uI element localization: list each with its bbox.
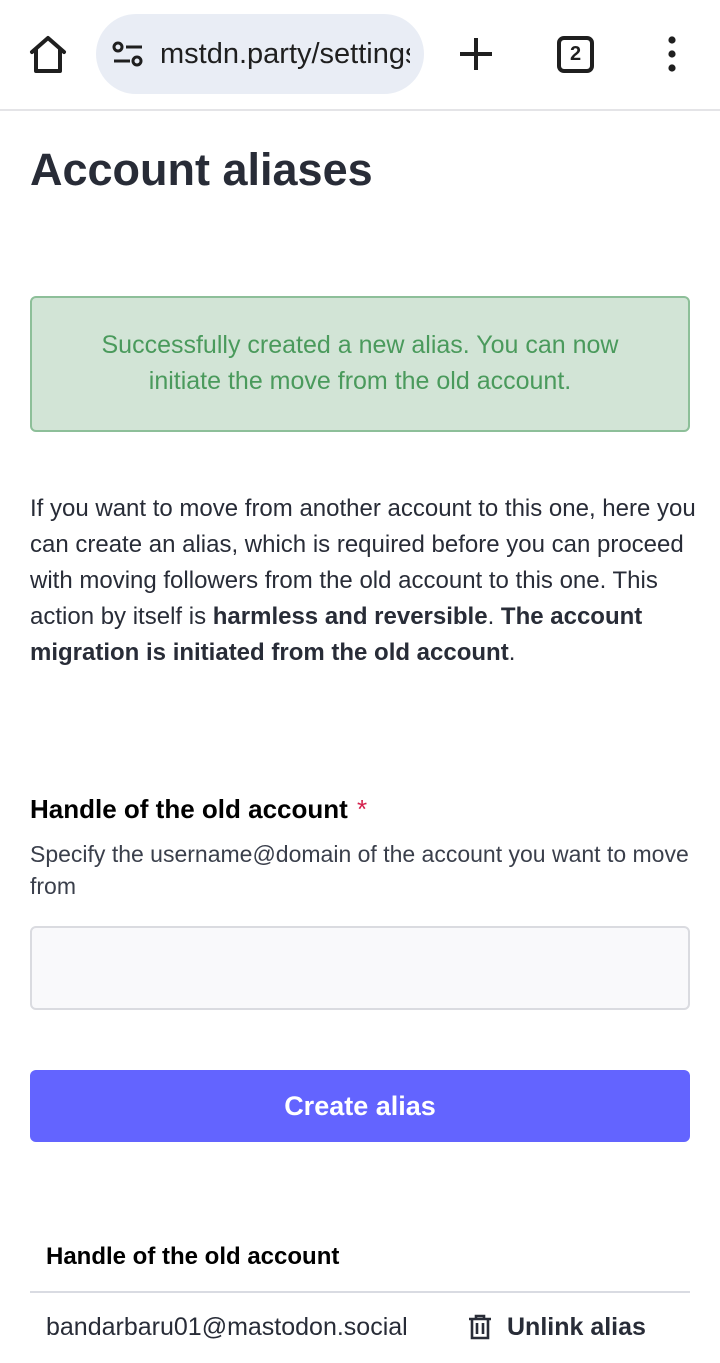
hint-bold-1: harmless and reversible [212,603,488,630]
trash-icon [469,1314,491,1340]
home-button[interactable] [26,34,70,74]
browser-menu-button[interactable] [664,36,680,72]
table-row: bandarbaru01@mastodon.social Unlink alia… [30,1293,690,1363]
success-flash-message: Successfully created a new alias. You ca… [30,296,690,432]
unlink-alias-label: Unlink alias [507,1313,646,1341]
create-alias-button[interactable]: Create alias [30,1070,690,1142]
home-icon [30,36,66,73]
aliases-explanation: If you want to move from another account… [30,491,702,671]
alias-handle: bandarbaru01@mastodon.social [46,1313,408,1341]
old-account-field-hint: Specify the username@domain of the accou… [30,841,689,899]
old-account-handle-input[interactable] [30,926,690,1010]
hint-text-3: . [508,639,516,666]
flash-line-1: Successfully created a new alias. You ca… [101,331,619,359]
old-account-label-text: Handle of the old account [30,794,348,824]
address-bar[interactable]: mstdn.party/settings/aliases [96,14,424,94]
aliases-table: Handle of the old account bandarbaru01@m… [30,1222,690,1363]
required-marker: * [357,794,368,824]
browser-toolbar: mstdn.party/settings/aliases 2 [0,0,720,111]
page-title: Account aliases [30,144,373,195]
flash-line-2: initiate the move from the old account. [148,367,572,395]
hint-text-2: . [487,603,501,630]
plus-icon [460,38,492,70]
tab-switcher-button[interactable]: 2 [557,36,594,73]
table-header-handle: Handle of the old account [30,1222,690,1293]
site-settings-icon[interactable] [112,41,144,67]
more-vert-icon [668,36,676,72]
old-account-label: Handle of the old account * [30,791,367,827]
new-tab-button[interactable] [458,36,494,72]
url-text: mstdn.party/settings/aliases [160,38,410,70]
